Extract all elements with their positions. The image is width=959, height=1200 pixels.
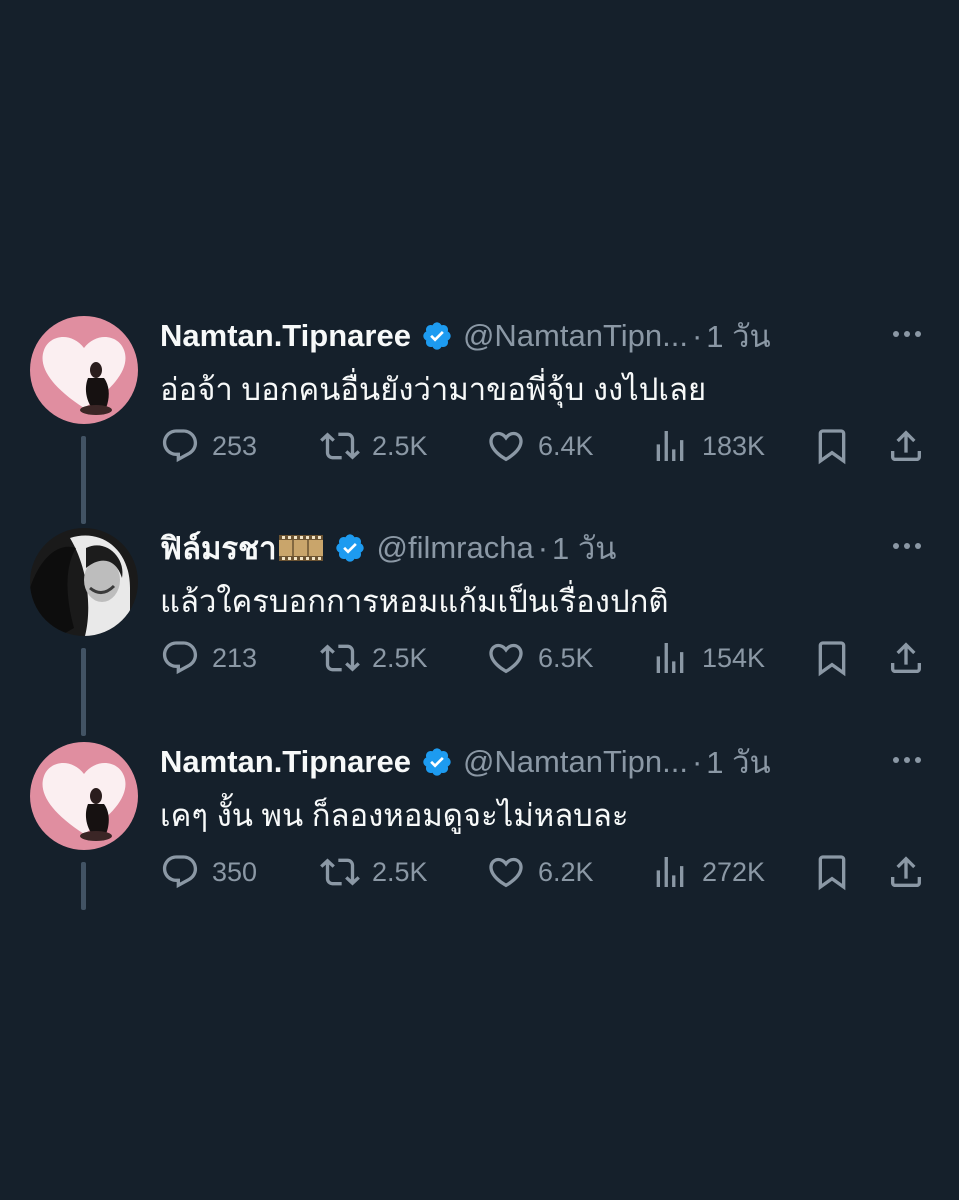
repost-count: 2.5K bbox=[372, 642, 428, 673]
tweet-text: อ่อจ้า บอกคนอื่นยังว่ามาขอพี่จุ้บ งงไปเล… bbox=[160, 372, 707, 407]
like-button[interactable]: 6.2K bbox=[486, 852, 594, 892]
reply-count: 213 bbox=[212, 642, 258, 673]
bookmark-button[interactable] bbox=[812, 638, 852, 678]
view-count: 272K bbox=[702, 856, 766, 887]
tweet[interactable]: ฟิล์มรชา @filmracha · 1 วัน แล้วใครบอกกา… bbox=[0, 528, 959, 742]
film-frames-icon bbox=[278, 532, 324, 564]
user-handle[interactable]: @filmracha bbox=[376, 530, 533, 566]
user-handle[interactable]: @NamtanTipn... bbox=[463, 318, 688, 354]
timestamp[interactable]: 1 วัน bbox=[552, 523, 616, 573]
views-chart-icon bbox=[650, 852, 690, 892]
tweet-text: เคๆ งั้น พน ก็ลองหอมดูจะไม่หลบละ bbox=[160, 798, 629, 833]
share-icon bbox=[886, 638, 926, 678]
timestamp[interactable]: 1 วัน bbox=[706, 311, 770, 361]
bookmark-button[interactable] bbox=[812, 852, 852, 892]
more-options-icon[interactable] bbox=[891, 536, 923, 556]
thread-connector-line bbox=[81, 648, 86, 736]
display-name[interactable]: Namtan.Tipnaree bbox=[160, 744, 411, 780]
bookmark-icon bbox=[812, 852, 852, 892]
repost-button[interactable]: 2.5K bbox=[320, 426, 428, 466]
tweet-header: Namtan.Tipnaree @NamtanTipn... · 1 วัน bbox=[160, 316, 771, 356]
like-button[interactable]: 6.5K bbox=[486, 638, 594, 678]
action-bar: 213 2.5K 6.5K 154K bbox=[160, 638, 930, 678]
repost-count: 2.5K bbox=[372, 856, 428, 887]
view-count: 183K bbox=[702, 430, 766, 461]
verified-badge-icon bbox=[421, 320, 453, 352]
views-button[interactable]: 154K bbox=[650, 638, 765, 678]
heart-icon bbox=[486, 852, 526, 892]
reply-icon bbox=[160, 426, 200, 466]
repost-count: 2.5K bbox=[372, 430, 428, 461]
reply-button[interactable]: 253 bbox=[160, 426, 257, 466]
share-button[interactable] bbox=[886, 852, 926, 892]
tweet-header: ฟิล์มรชา @filmracha · 1 วัน bbox=[160, 528, 617, 568]
view-count: 154K bbox=[702, 642, 766, 673]
views-button[interactable]: 183K bbox=[650, 426, 765, 466]
views-chart-icon bbox=[650, 426, 690, 466]
like-count: 6.2K bbox=[538, 856, 594, 887]
repost-button[interactable]: 2.5K bbox=[320, 638, 428, 678]
more-options-icon[interactable] bbox=[891, 750, 923, 770]
bookmark-icon bbox=[812, 638, 852, 678]
views-chart-icon bbox=[650, 638, 690, 678]
action-bar: 253 2.5K 6.4K 183K bbox=[160, 426, 930, 466]
reply-button[interactable]: 213 bbox=[160, 638, 257, 678]
like-count: 6.4K bbox=[538, 430, 594, 461]
timestamp[interactable]: 1 วัน bbox=[706, 737, 770, 787]
avatar[interactable] bbox=[30, 528, 138, 636]
reply-icon bbox=[160, 852, 200, 892]
repost-icon bbox=[320, 638, 360, 678]
avatar[interactable] bbox=[30, 742, 138, 850]
thread-connector-line bbox=[81, 436, 86, 524]
thread-connector-line bbox=[81, 862, 86, 910]
display-name[interactable]: Namtan.Tipnaree bbox=[160, 318, 411, 354]
reply-count: 253 bbox=[212, 430, 258, 461]
display-name[interactable]: ฟิล์มรชา bbox=[160, 523, 276, 573]
views-button[interactable]: 272K bbox=[650, 852, 765, 892]
share-icon bbox=[886, 852, 926, 892]
heart-icon bbox=[486, 638, 526, 678]
bookmark-button[interactable] bbox=[812, 426, 852, 466]
share-button[interactable] bbox=[886, 638, 926, 678]
action-bar: 350 2.5K 6.2K 272K bbox=[160, 852, 930, 892]
avatar[interactable] bbox=[30, 316, 138, 424]
tweet[interactable]: Namtan.Tipnaree @NamtanTipn... · 1 วัน เ… bbox=[0, 742, 959, 956]
separator-dot: · bbox=[537, 530, 549, 565]
reply-button[interactable]: 350 bbox=[160, 852, 257, 892]
heart-icon bbox=[486, 426, 526, 466]
bookmark-icon bbox=[812, 426, 852, 466]
repost-button[interactable]: 2.5K bbox=[320, 852, 428, 892]
separator-dot: · bbox=[691, 318, 703, 353]
tweet-header: Namtan.Tipnaree @NamtanTipn... · 1 วัน bbox=[160, 742, 771, 782]
verified-badge-icon bbox=[334, 532, 366, 564]
share-icon bbox=[886, 426, 926, 466]
separator-dot: · bbox=[691, 744, 703, 779]
reply-icon bbox=[160, 638, 200, 678]
tweet-text: แล้วใครบอกการหอมแก้มเป็นเรื่องปกติ bbox=[160, 584, 669, 619]
tweet[interactable]: Namtan.Tipnaree @NamtanTipn... · 1 วัน อ… bbox=[0, 316, 959, 530]
more-options-icon[interactable] bbox=[891, 324, 923, 344]
repost-icon bbox=[320, 852, 360, 892]
user-handle[interactable]: @NamtanTipn... bbox=[463, 744, 688, 780]
like-count: 6.5K bbox=[538, 642, 594, 673]
like-button[interactable]: 6.4K bbox=[486, 426, 594, 466]
verified-badge-icon bbox=[421, 746, 453, 778]
repost-icon bbox=[320, 426, 360, 466]
reply-count: 350 bbox=[212, 856, 258, 887]
share-button[interactable] bbox=[886, 426, 926, 466]
